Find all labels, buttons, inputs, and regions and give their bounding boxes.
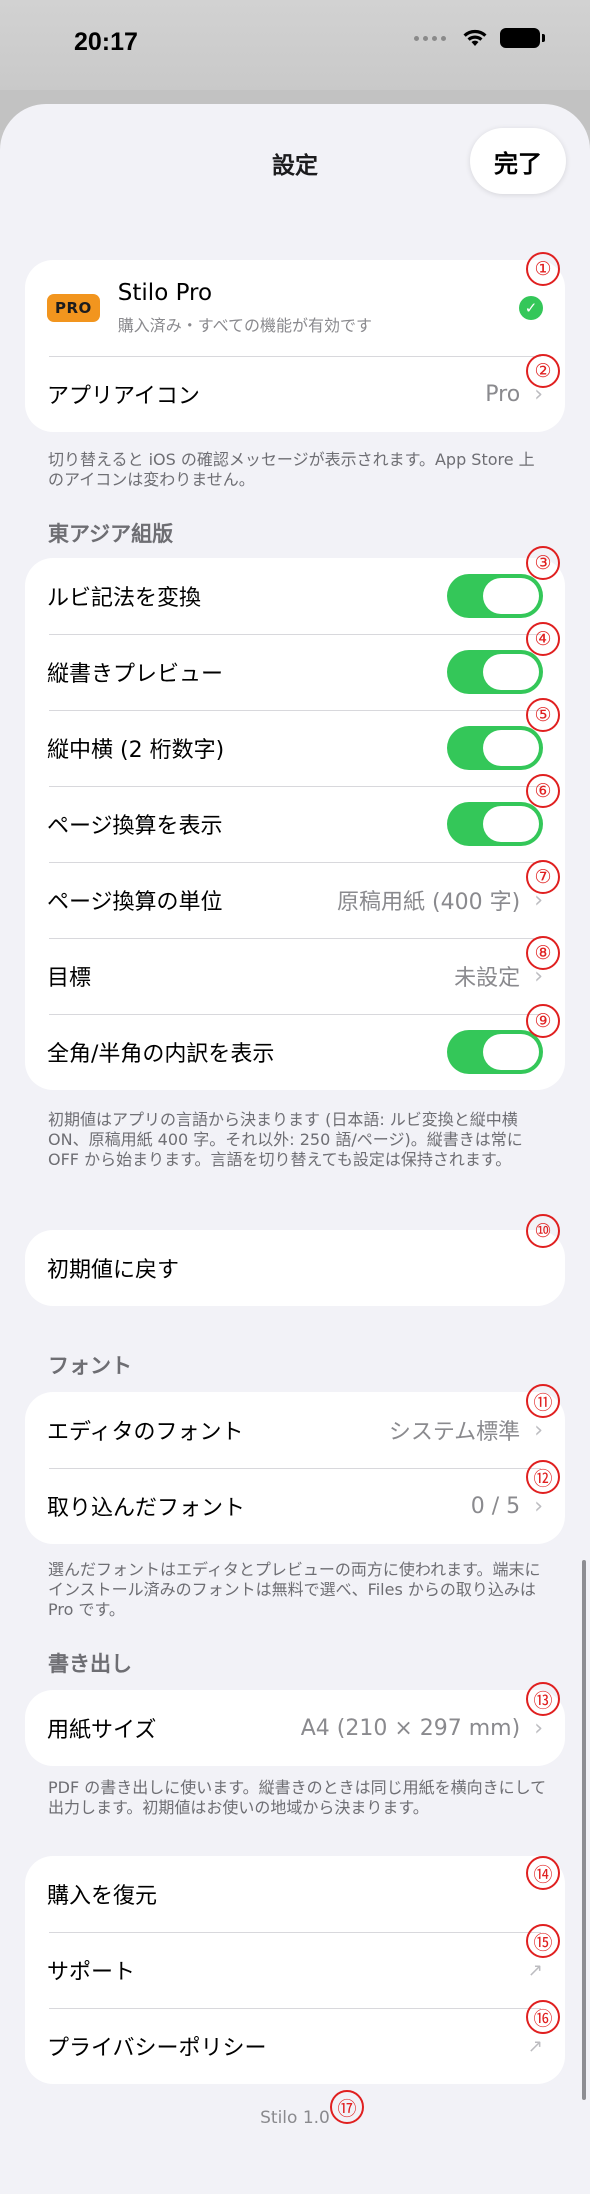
section-header-export: 書き出し [48, 1652, 132, 1676]
annotation-5: ⑤ [526, 698, 560, 732]
width-breakdown-row: 全角/半角の内訳を表示 [25, 1014, 565, 1090]
status-time: 20:17 [74, 28, 138, 56]
annotation-12: ⑫ [526, 1460, 560, 1494]
annotation-11: ⑪ [526, 1384, 560, 1418]
page-unit-label: ページ換算の単位 [47, 890, 223, 915]
signal-dots-icon [414, 35, 446, 41]
scroll-indicator[interactable] [582, 1560, 586, 2100]
page-unit-row[interactable]: ページ換算の単位 原稿用紙 (400 字) › [25, 862, 565, 938]
app-icon-value: Pro [485, 381, 521, 407]
imported-fonts-value: 0 / 5 [470, 1493, 521, 1519]
export-card: 用紙サイズ A4 (210 × 297 mm) › [25, 1690, 565, 1766]
wifi-icon [463, 29, 487, 46]
vertical-preview-label: 縦書きプレビュー [47, 662, 224, 687]
annotation-7: ⑦ [526, 860, 560, 894]
vertical-preview-toggle[interactable] [447, 650, 543, 694]
app-icon-label: アプリアイコン [47, 384, 200, 409]
paper-size-label: 用紙サイズ [47, 1718, 157, 1743]
ruby-row: ルビ記法を変換 [25, 558, 565, 634]
reset-label: 初期値に戻す [47, 1258, 180, 1283]
page-count-row: ページ換算を表示 [25, 786, 565, 862]
width-breakdown-label: 全角/半角の内訳を表示 [47, 1042, 275, 1067]
status-bar: 20:17 [0, 0, 590, 90]
annotation-10: ⑩ [526, 1214, 560, 1248]
support-row[interactable]: サポート ↗ [25, 1932, 565, 2008]
annotation-15: ⑮ [526, 1924, 560, 1958]
east-asian-card: ルビ記法を変換 縦書きプレビュー 縦中横 (2 桁数字) ページ換算を表示 ペー… [25, 558, 565, 1090]
goal-row[interactable]: 目標 未設定 › [25, 938, 565, 1014]
tcy-label: 縦中横 (2 桁数字) [47, 738, 225, 763]
annotation-16: ⑯ [526, 2000, 560, 2034]
export-footnote: PDF の書き出しに使います。縦書きのときは同じ用紙を横向きにして出力します。初… [48, 1778, 547, 1817]
external-link-icon: ↗ [527, 1959, 543, 1981]
annotation-17: ⑰ [330, 2090, 364, 2124]
status-icons [414, 28, 545, 48]
annotation-14: ⑭ [526, 1856, 560, 1890]
version-label: Stilo 1.0 [260, 2108, 330, 2128]
annotation-9: ⑨ [526, 1004, 560, 1038]
app-icon-footnote: 切り替えると iOS の確認メッセージが表示されます。App Store 上のア… [48, 450, 535, 489]
restore-purchase-row[interactable]: 購入を復元 [25, 1856, 565, 1932]
chevron-right-icon: › [534, 1715, 543, 1741]
battery-icon [500, 28, 545, 48]
privacy-policy-label: プライバシーポリシー [47, 2036, 267, 2061]
page-count-label: ページ換算を表示 [47, 814, 223, 839]
east-asian-footnote: 初期値はアプリの言語から決まります (日本語: ルビ変換と縦中横 ON、原稿用紙… [48, 1110, 523, 1169]
annotation-2: ② [526, 354, 560, 388]
width-breakdown-toggle[interactable] [447, 1030, 543, 1074]
imported-fonts-label: 取り込んだフォント [47, 1496, 246, 1521]
goal-value: 未設定 [454, 966, 521, 991]
annotation-1: ① [526, 252, 560, 286]
section-header-font: フォント [48, 1354, 132, 1378]
editor-font-label: エディタのフォント [47, 1420, 244, 1445]
done-button[interactable]: 完了 [470, 128, 566, 194]
pro-subtitle: 購入済み・すべての機能が有効です [117, 316, 373, 335]
reset-card: 初期値に戻す [25, 1230, 565, 1306]
reset-row[interactable]: 初期値に戻す [25, 1230, 565, 1306]
restore-purchase-label: 購入を復元 [47, 1884, 158, 1909]
privacy-policy-row[interactable]: プライバシーポリシー ↗ [25, 2008, 565, 2084]
paper-size-row[interactable]: 用紙サイズ A4 (210 × 297 mm) › [25, 1690, 565, 1766]
font-footnote: 選んだフォントはエディタとプレビューの両方に使われます。端末にインストール済みの… [48, 1560, 541, 1619]
checkmark-icon: ✓ [519, 296, 543, 320]
chevron-right-icon: › [534, 1417, 543, 1443]
page-count-toggle[interactable] [447, 802, 543, 846]
vertical-preview-row: 縦書きプレビュー [25, 634, 565, 710]
ruby-label: ルビ記法を変換 [47, 586, 202, 611]
misc-card: 購入を復元 サポート ↗ プライバシーポリシー ↗ [25, 1856, 565, 2084]
editor-font-value: システム標準 [388, 1420, 521, 1445]
pro-title: Stilo Pro [117, 280, 213, 306]
pro-status-row: PRO Stilo Pro 購入済み・すべての機能が有効です ✓ [25, 260, 565, 356]
annotation-13: ⑬ [526, 1682, 560, 1716]
font-card: エディタのフォント システム標準 › 取り込んだフォント 0 / 5 › [25, 1392, 565, 1544]
pro-badge: PRO [47, 294, 100, 322]
editor-font-row[interactable]: エディタのフォント システム標準 › [25, 1392, 565, 1468]
goal-label: 目標 [47, 966, 92, 991]
ruby-toggle[interactable] [447, 574, 543, 618]
page-unit-value: 原稿用紙 (400 字) [337, 890, 521, 915]
imported-fonts-row[interactable]: 取り込んだフォント 0 / 5 › [25, 1468, 565, 1544]
support-label: サポート [47, 1960, 136, 1985]
chevron-right-icon: › [534, 1493, 543, 1519]
tcy-row: 縦中横 (2 桁数字) [25, 710, 565, 786]
external-link-icon: ↗ [527, 2035, 543, 2057]
pro-card: PRO Stilo Pro 購入済み・すべての機能が有効です ✓ アプリアイコン… [25, 260, 565, 432]
annotation-6: ⑥ [526, 774, 560, 808]
annotation-3: ③ [526, 546, 560, 580]
section-header-east-asian: 東アジア組版 [48, 522, 174, 546]
tcy-toggle[interactable] [447, 726, 543, 770]
annotation-4: ④ [526, 622, 560, 656]
app-icon-row[interactable]: アプリアイコン Pro › [25, 356, 565, 432]
paper-size-value: A4 (210 × 297 mm) [300, 1715, 521, 1741]
annotation-8: ⑧ [526, 936, 560, 970]
